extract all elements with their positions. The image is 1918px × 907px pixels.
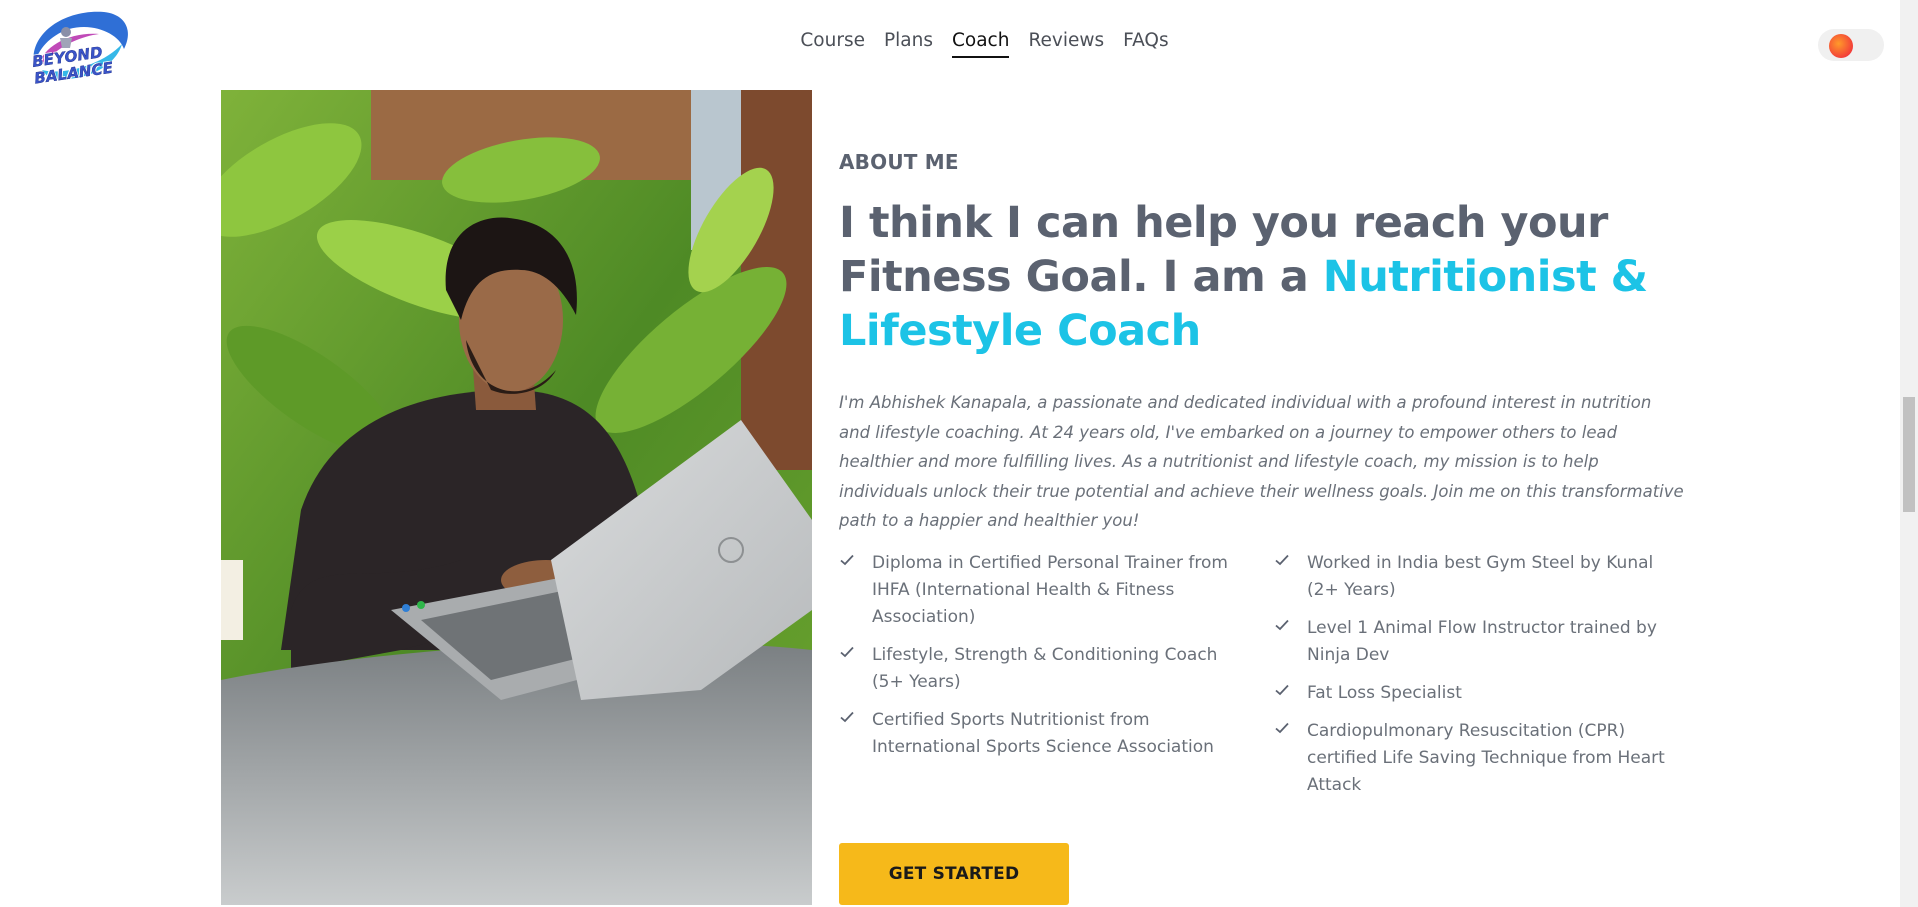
- credential-text: Lifestyle, Strength & Conditioning Coach…: [872, 644, 1218, 692]
- credentials-list: Diploma in Certified Personal Trainer fr…: [839, 550, 1689, 810]
- nav-link-plans[interactable]: Plans: [884, 30, 933, 58]
- coach-photo-illustration: [221, 90, 812, 905]
- bio-paragraph: I'm Abhishek Kanapala, a passionate and …: [839, 393, 1684, 530]
- main-nav: Course Plans Coach Reviews FAQs: [0, 30, 1900, 58]
- check-icon: [1275, 722, 1289, 733]
- sun-toggle-icon: [1829, 34, 1853, 58]
- scrollbar-thumb[interactable]: [1903, 397, 1915, 512]
- nav-link-faqs[interactable]: FAQs: [1123, 30, 1168, 58]
- credential-item: Cardiopulmonary Resuscitation (CPR) cert…: [1274, 718, 1679, 799]
- coach-photo: [221, 90, 812, 905]
- nav-link-course[interactable]: Course: [800, 30, 865, 58]
- theme-toggle[interactable]: [1818, 29, 1884, 61]
- credential-item: Fat Loss Specialist: [1274, 680, 1679, 707]
- credentials-column-left: Diploma in Certified Personal Trainer fr…: [839, 550, 1244, 810]
- nav-link-coach[interactable]: Coach: [951, 30, 1010, 58]
- credential-item: Worked in India best Gym Steel by Kunal …: [1274, 550, 1679, 604]
- credential-item: Certified Sports Nutritionist from Inter…: [839, 707, 1244, 761]
- check-icon: [840, 646, 854, 657]
- about-headline: I think I can help you reach your Fitnes…: [839, 196, 1689, 358]
- credential-text: Worked in India best Gym Steel by Kunal …: [1307, 552, 1654, 600]
- credential-text: Certified Sports Nutritionist from Inter…: [872, 709, 1214, 757]
- credential-text: Fat Loss Specialist: [1307, 682, 1462, 703]
- site-header: BEYOND BALANCE Course Plans Coach Review…: [0, 0, 1900, 88]
- check-icon: [1275, 554, 1289, 565]
- check-icon: [1275, 684, 1289, 695]
- check-icon: [1275, 619, 1289, 630]
- credential-text: Level 1 Animal Flow Instructor trained b…: [1307, 617, 1657, 665]
- about-section: ABOUT ME I think I can help you reach yo…: [839, 140, 1689, 810]
- credential-text: Diploma in Certified Personal Trainer fr…: [872, 552, 1228, 627]
- check-icon: [840, 711, 854, 722]
- section-eyebrow: ABOUT ME: [839, 150, 959, 174]
- credential-item: Diploma in Certified Personal Trainer fr…: [839, 550, 1244, 631]
- credentials-column-right: Worked in India best Gym Steel by Kunal …: [1274, 550, 1679, 810]
- credential-item: Lifestyle, Strength & Conditioning Coach…: [839, 642, 1244, 696]
- nav-link-reviews[interactable]: Reviews: [1028, 30, 1104, 58]
- get-started-button[interactable]: GET STARTED: [839, 843, 1069, 905]
- check-icon: [840, 554, 854, 565]
- page-scrollbar[interactable]: [1900, 0, 1918, 907]
- credential-text: Cardiopulmonary Resuscitation (CPR) cert…: [1307, 720, 1665, 795]
- credential-item: Level 1 Animal Flow Instructor trained b…: [1274, 615, 1679, 669]
